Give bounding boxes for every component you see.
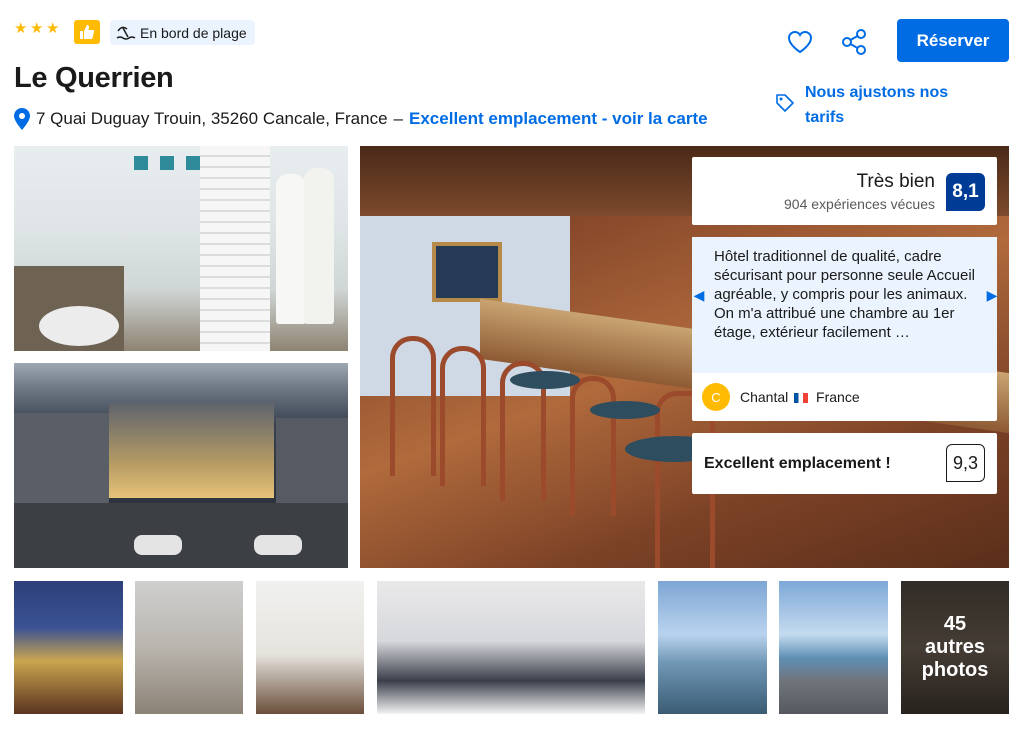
more-photos-count: 45 [943,613,967,635]
france-flag-icon [794,393,809,404]
star-icon: ★ [14,20,28,37]
chevron-right-icon: ▶ [986,286,998,303]
hotel-night-exterior-photo[interactable] [14,363,348,568]
location-label: Excellent emplacement ! [704,455,891,472]
gallery-thumbnail[interactable] [14,581,123,714]
star-icon: ★ [30,20,44,37]
star-icon: ★ [46,20,60,37]
author-country: France [816,389,860,405]
address-text: 7 Quai Duguay Trouin, 35260 Cancale, Fra… [36,109,388,128]
save-favorite-button[interactable] [784,26,816,58]
location-pin-icon [14,108,30,130]
gallery-thumbnail[interactable] [256,581,364,714]
review-score-badge: 8,1 [946,173,985,211]
share-button[interactable] [838,26,870,58]
location-score-badge: 9,3 [946,444,985,482]
review-snippet-card[interactable]: Hôtel traditionnel de qualité, cadre séc… [692,237,997,421]
address-separator: – [393,109,404,128]
share-icon [842,29,866,55]
location-score-card[interactable]: Excellent emplacement ! 9,3 [692,433,997,494]
heart-icon [787,30,813,54]
rating-label: Très bien [856,171,936,192]
gallery-thumbnail[interactable] [135,581,243,714]
price-match-link[interactable]: Nous ajustons nos tarifs [775,80,1005,130]
reserve-button[interactable]: Réserver [897,19,1009,62]
star-rating: ★ ★ ★ [14,20,60,37]
beach-badge-label: En bord de plage [140,24,247,41]
review-author: C Chantal France [702,383,860,411]
beach-badge: En bord de plage [110,20,255,45]
review-next-button[interactable]: ▶ [985,282,999,308]
price-tag-icon [776,94,794,112]
more-photos-thumbnail[interactable]: 45 autres photos [901,581,1009,714]
thumbs-up-icon [74,20,100,44]
price-match-label[interactable]: Nous ajustons nos tarifs [805,80,980,130]
gallery-thumbnail[interactable] [377,581,645,714]
hotel-name: Le Querrien [14,62,174,94]
gallery-thumbnail[interactable] [779,581,888,714]
review-quote: Hôtel traditionnel de qualité, cadre séc… [692,237,997,373]
author-name: Chantal [740,389,789,405]
beach-icon [116,26,136,40]
bathroom-photo[interactable] [14,146,348,351]
more-photos-overlay[interactable]: 45 autres photos [901,581,1009,714]
more-photos-label: 45 autres photos [910,613,1000,682]
more-photos-text: autres photos [921,636,989,681]
gallery-thumbnail[interactable] [658,581,767,714]
chevron-left-icon: ◀ [693,286,705,303]
review-prev-button[interactable]: ◀ [692,282,706,308]
map-link[interactable]: Excellent emplacement - voir la carte [409,109,708,129]
address-line: 7 Quai Duguay Trouin, 35260 Cancale, Fra… [14,108,708,130]
experience-count: 904 expériences vécues [784,196,935,212]
avatar: C [702,383,730,411]
